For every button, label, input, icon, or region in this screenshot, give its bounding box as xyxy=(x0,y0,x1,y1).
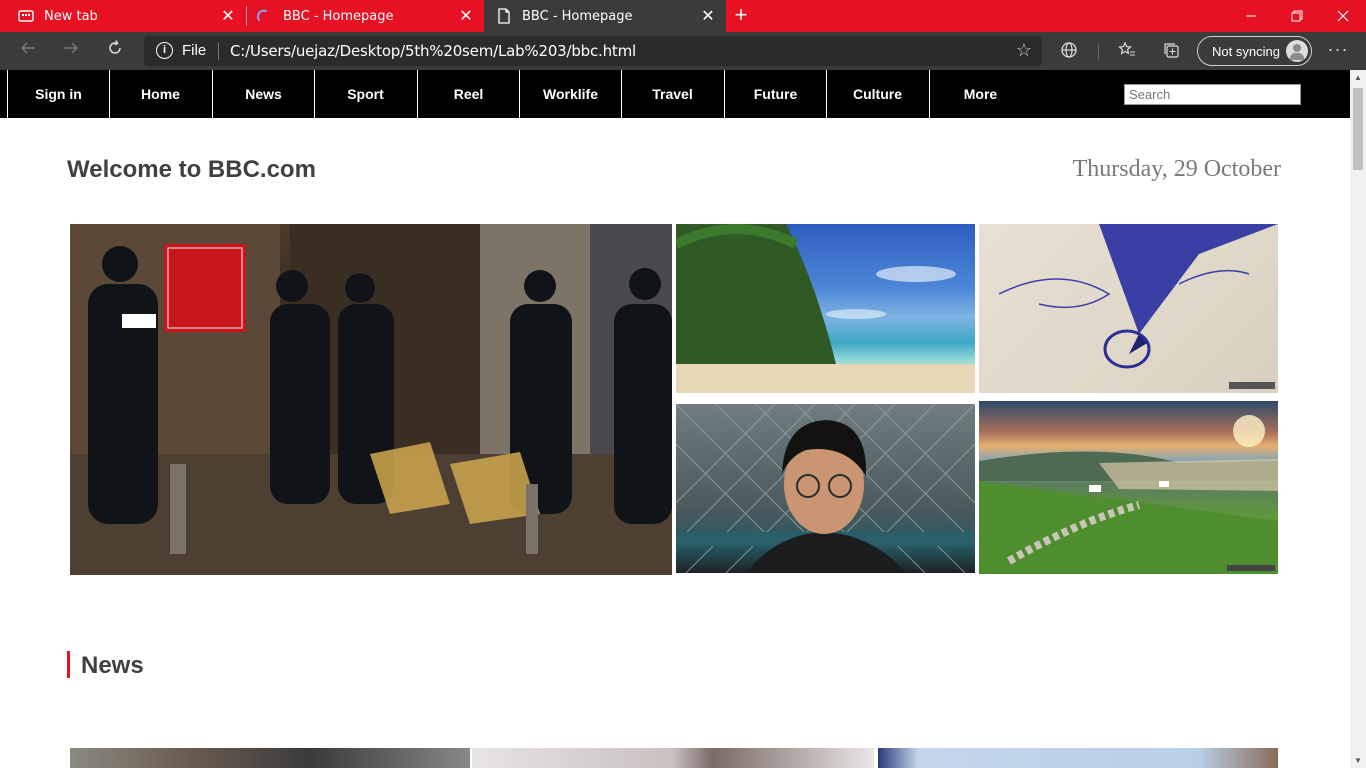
tab-bbc-homepage-active[interactable]: BBC - Homepage ✕ xyxy=(484,0,726,32)
profile-sync-button[interactable]: Not syncing xyxy=(1197,36,1312,66)
avatar-icon xyxy=(1286,40,1308,62)
page-viewport: Sign in Home News Sport Reel Worklife Tr… xyxy=(0,70,1350,768)
address-divider xyxy=(218,43,219,60)
nav-more[interactable]: More xyxy=(929,70,1031,118)
tab-new-tab[interactable]: New tab ✕ xyxy=(0,0,246,32)
page-icon xyxy=(498,8,510,24)
news-thumbnail-3[interactable] xyxy=(878,748,1278,768)
landscape-illustration xyxy=(979,415,1278,574)
pen-drawing-illustration xyxy=(998,224,1278,389)
toolbar-divider xyxy=(1098,44,1099,60)
tab-label: BBC - Homepage xyxy=(283,9,394,24)
nav-news[interactable]: News xyxy=(212,70,314,118)
nav-future[interactable]: Future xyxy=(724,70,826,118)
tab-label: BBC - Homepage xyxy=(522,9,633,24)
nav-culture[interactable]: Culture xyxy=(826,70,928,118)
restore-icon xyxy=(1291,10,1303,22)
scheme-label: File xyxy=(182,42,207,59)
star-list-icon xyxy=(1118,41,1135,56)
minimize-button[interactable] xyxy=(1228,0,1274,32)
translate-icon[interactable] xyxy=(1058,41,1080,63)
current-date: Thursday, 29 October xyxy=(1072,156,1281,182)
back-button[interactable] xyxy=(14,38,42,64)
nav-home[interactable]: Home xyxy=(109,70,211,118)
close-window-button[interactable] xyxy=(1320,0,1366,32)
new-tab-button[interactable]: + xyxy=(729,4,753,28)
portrait-illustration xyxy=(676,404,975,573)
bbc-navbar: Sign in Home News Sport Reel Worklife Tr… xyxy=(0,70,1350,118)
new-tab-icon xyxy=(18,10,34,22)
beach-illustration xyxy=(676,224,975,393)
minimize-icon xyxy=(1246,15,1256,17)
tab-bbc-homepage-loading[interactable]: BBC - Homepage ✕ xyxy=(246,0,484,32)
search-input[interactable] xyxy=(1124,84,1301,105)
section-title-news: News xyxy=(81,652,144,679)
nav-sign-in[interactable]: Sign in xyxy=(7,70,109,118)
coastal-landscape-photo[interactable] xyxy=(979,401,1278,574)
favorites-icon[interactable] xyxy=(1116,41,1138,63)
nav-sport[interactable]: Sport xyxy=(314,70,416,118)
news-thumbnail-1[interactable] xyxy=(70,748,470,768)
globe-icon xyxy=(1061,42,1077,58)
close-icon[interactable]: ✕ xyxy=(218,6,238,26)
collections-icon[interactable] xyxy=(1161,41,1183,63)
close-icon[interactable]: ✕ xyxy=(698,6,718,26)
news-thumbnail-2[interactable] xyxy=(472,748,874,768)
scroll-down-arrow-icon[interactable]: ▼ xyxy=(1354,756,1362,765)
more-options-icon[interactable]: ··· xyxy=(1326,40,1350,62)
scroll-up-arrow-icon[interactable]: ▲ xyxy=(1354,73,1362,82)
vertical-scrollbar[interactable]: ▲ ▼ xyxy=(1350,70,1366,768)
police-restaurant-photo[interactable] xyxy=(70,224,672,575)
browser-titlebar: New tab ✕ BBC - Homepage ✕ BBC - Homepag… xyxy=(0,0,1366,32)
nav-reel[interactable]: Reel xyxy=(417,70,519,118)
url-text[interactable]: C:/Users/uejaz/Desktop/5th%20sem/Lab%203… xyxy=(230,42,636,60)
tropical-beach-photo[interactable] xyxy=(676,224,975,393)
page-title: Welcome to BBC.com xyxy=(67,156,316,183)
forward-button[interactable] xyxy=(57,38,85,64)
info-icon[interactable]: i xyxy=(156,42,173,59)
sync-status-label: Not syncing xyxy=(1212,44,1280,59)
collections-icon xyxy=(1164,43,1179,58)
address-bar[interactable]: i File C:/Users/uejaz/Desktop/5th%20sem/… xyxy=(144,36,1042,66)
back-arrow-icon xyxy=(20,42,35,54)
refresh-button[interactable] xyxy=(101,38,129,64)
nav-travel[interactable]: Travel xyxy=(621,70,723,118)
close-icon[interactable]: ✕ xyxy=(456,6,476,26)
close-icon xyxy=(1337,10,1349,22)
browser-toolbar: i File C:/Users/uejaz/Desktop/5th%20sem/… xyxy=(0,32,1366,70)
forward-arrow-icon xyxy=(64,42,79,54)
section-accent-bar xyxy=(67,651,70,678)
pen-drawing-photo[interactable] xyxy=(979,224,1278,393)
restore-button[interactable] xyxy=(1274,0,1320,32)
tab-label: New tab xyxy=(44,9,98,24)
young-man-portrait-photo[interactable] xyxy=(676,404,975,573)
police-scene-illustration xyxy=(70,224,672,575)
favorite-star-icon[interactable]: ☆ xyxy=(1016,40,1032,61)
nav-worklife[interactable]: Worklife xyxy=(519,70,621,118)
refresh-icon xyxy=(109,40,121,54)
scrollbar-thumb[interactable] xyxy=(1353,88,1363,170)
loading-spinner-icon xyxy=(256,9,267,21)
